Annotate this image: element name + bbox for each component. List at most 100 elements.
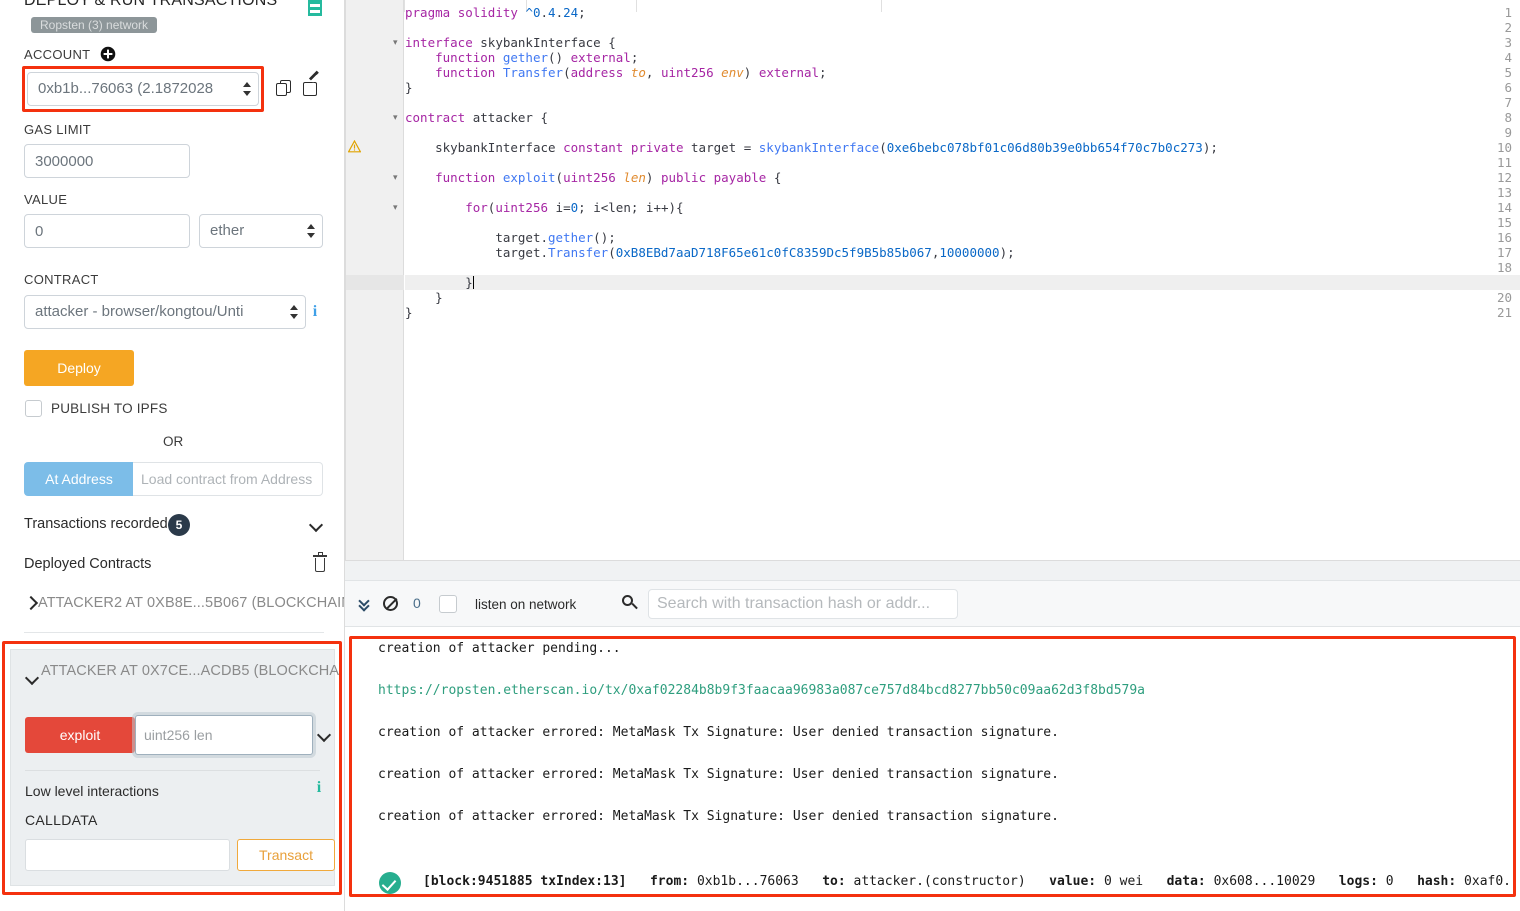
trash-icon[interactable] — [313, 552, 327, 572]
terminal-log[interactable]: creation of attacker pending... https://r… — [345, 627, 1520, 911]
line-number: 17 — [1496, 245, 1512, 260]
line-number: 11 — [1496, 155, 1512, 170]
low-level-interactions-label: Low level interactions — [25, 783, 159, 799]
terminal-log-line: creation of attacker errored: MetaMask T… — [378, 767, 1059, 782]
double-chevron-down-icon[interactable] — [358, 595, 373, 612]
code-line: } — [465, 275, 474, 290]
code-line: } — [405, 305, 413, 320]
chevron-down-icon[interactable] — [27, 672, 39, 684]
line-number: 4 — [1504, 50, 1512, 65]
line-number: 8 — [1504, 110, 1512, 125]
terminal-toolbar: 0 listen on network — [345, 580, 1520, 627]
line-number: 6 — [1504, 80, 1512, 95]
value-label: VALUE — [24, 192, 68, 207]
terminal-log-line: creation of attacker errored: MetaMask T… — [378, 725, 1059, 740]
fold-toggle-icon[interactable]: ▾ — [393, 35, 401, 50]
fold-toggle-icon[interactable]: ▾ — [393, 170, 401, 185]
search-icon[interactable] — [622, 595, 640, 613]
contract-selected-value: attacker - browser/kongtou/Unti — [35, 303, 244, 320]
terminal-resize-handle[interactable] — [345, 560, 1520, 580]
etherscan-link-text[interactable]: https://ropsten.etherscan.io/tx/0xaf0228… — [378, 683, 1145, 698]
pending-count: 0 — [413, 595, 421, 611]
tx-hash-value: 0xaf0...d579a — [1464, 874, 1520, 889]
tx-hash-label: hash: — [1417, 874, 1457, 889]
search-input[interactable] — [648, 589, 958, 619]
tx-logs-label: logs: — [1338, 874, 1378, 889]
chevron-updown-icon — [243, 81, 252, 97]
transact-button[interactable]: Transact — [237, 839, 335, 871]
chevron-down-icon[interactable] — [319, 729, 331, 741]
chevron-updown-icon — [307, 223, 316, 239]
line-number: 12 — [1496, 170, 1512, 185]
tx-data-label: data: — [1166, 874, 1206, 889]
contract-label: CONTRACT — [24, 272, 99, 287]
at-address-button[interactable]: At Address — [24, 462, 134, 496]
calldata-input[interactable] — [25, 839, 230, 871]
code-line: interface skybankInterface { — [405, 35, 616, 50]
tx-to-value: attacker.(constructor) — [853, 874, 1026, 889]
tx-value-value: 0 wei — [1103, 874, 1144, 889]
terminal-log-line: creation of attacker pending... — [378, 641, 621, 656]
exploit-button[interactable]: exploit — [25, 717, 135, 753]
or-divider-label: OR — [163, 434, 184, 449]
contract-select[interactable]: attacker - browser/kongtou/Unti — [24, 295, 306, 329]
line-number: 1 — [1504, 5, 1512, 20]
deployed-contracts-label: Deployed Contracts — [24, 556, 152, 572]
listen-on-network-checkbox[interactable] — [439, 595, 457, 613]
active-line-gutter — [346, 275, 404, 290]
chevron-right-icon[interactable] — [24, 597, 36, 609]
layout-icon[interactable] — [308, 0, 322, 16]
account-select[interactable]: 0xb1b...76063 (2.1872028 — [27, 72, 259, 106]
tx-from-value: 0xb1b...76063 — [696, 874, 799, 889]
warning-icon[interactable] — [347, 139, 362, 153]
transaction-summary-row[interactable]: [block:9451885 txIndex:13] from: 0xb1b..… — [423, 874, 1520, 889]
line-number: 14 — [1496, 200, 1512, 215]
gas-limit-input[interactable] — [24, 144, 190, 178]
transactions-recorded-label: Transactions recorded — [24, 516, 168, 532]
tx-data-value: 0x608...10029 — [1213, 874, 1316, 889]
fold-toggle-icon[interactable]: ▾ — [393, 200, 401, 215]
code-line: function exploit(uint256 len) public pay… — [435, 170, 782, 185]
chevron-updown-icon — [290, 304, 299, 320]
line-number: 16 — [1496, 230, 1512, 245]
network-badge: Ropsten (3) network — [31, 17, 158, 33]
ban-icon[interactable] — [383, 596, 398, 611]
tx-value-label: value: — [1049, 874, 1097, 889]
edit-icon[interactable] — [303, 70, 323, 99]
line-number: 10 — [1496, 140, 1512, 155]
listen-on-network-label: listen on network — [475, 597, 577, 612]
deployed-contract-item-1[interactable]: ATTACKER AT 0X7CE...ACDB5 (BLOCKCHAIN) — [41, 663, 345, 679]
remix-ide-window: DEPLOY & RUN TRANSACTIONS Ropsten (3) ne… — [0, 0, 1520, 911]
fold-toggle-icon[interactable]: ▾ — [393, 110, 401, 125]
copy-icon[interactable] — [276, 79, 296, 99]
value-unit-select[interactable]: ether — [199, 214, 323, 248]
line-number: 20 — [1496, 290, 1512, 305]
contract-info-icon[interactable]: i — [310, 303, 320, 321]
publish-ipfs-label: PUBLISH TO IPFS — [51, 401, 168, 416]
code-line: pragma solidity ^0.4.24; — [405, 5, 586, 20]
code-editor[interactable]: 123▾45678▾9101112▾1314▾15161718192021 pr… — [345, 0, 1520, 560]
deployed-contract-item-0[interactable]: ATTACKER2 AT 0XB8E...5B067 (BLOCKCHAIN) — [38, 595, 345, 611]
tx-from-label: from: — [649, 874, 690, 889]
value-unit: ether — [210, 222, 245, 239]
deploy-button[interactable]: Deploy — [24, 350, 134, 386]
code-line: } — [435, 290, 443, 305]
etherscan-link[interactable]: https://ropsten.etherscan.io/tx/0xaf0228… — [378, 683, 1145, 698]
code-line: function Transfer(address to, uint256 en… — [435, 65, 827, 80]
value-input[interactable] — [24, 214, 190, 248]
load-contract-address-input[interactable] — [133, 462, 323, 496]
gas-limit-label: GAS LIMIT — [24, 122, 91, 137]
publish-ipfs-checkbox[interactable] — [25, 400, 42, 417]
plus-circle-icon[interactable] — [100, 46, 116, 62]
line-number: 21 — [1496, 305, 1512, 320]
code-line: target.gether(); — [495, 230, 616, 245]
check-circle-icon — [379, 872, 401, 894]
tx-logs-value: 0 — [1385, 874, 1394, 889]
deploy-run-sidebar: DEPLOY & RUN TRANSACTIONS Ropsten (3) ne… — [0, 0, 345, 911]
low-level-info-icon[interactable]: i — [314, 779, 324, 797]
line-number: 7 — [1504, 95, 1512, 110]
transactions-recorded-count: 5 — [168, 514, 190, 536]
chevron-down-icon[interactable] — [311, 519, 323, 531]
exploit-len-input[interactable] — [135, 715, 313, 755]
line-number: 18 — [1496, 260, 1512, 275]
